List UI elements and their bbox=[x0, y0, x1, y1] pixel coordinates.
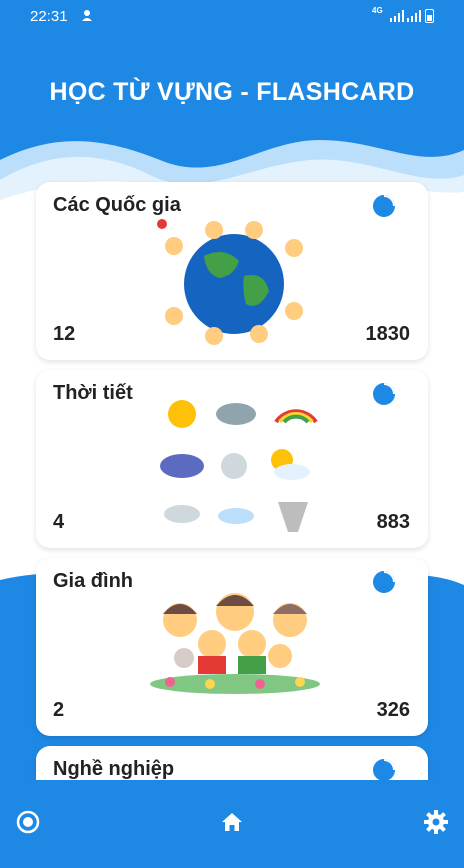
signal-icon bbox=[407, 10, 421, 22]
bottom-navigation bbox=[0, 780, 464, 868]
pie-chart-icon[interactable] bbox=[372, 382, 396, 406]
pie-chart-icon[interactable] bbox=[372, 194, 396, 218]
card-right-count: 326 bbox=[376, 699, 410, 721]
weather-icons-illustration bbox=[160, 400, 318, 532]
family-illustration bbox=[150, 593, 320, 694]
card-right-count: 883 bbox=[376, 511, 410, 533]
notification-icon bbox=[82, 10, 92, 21]
home-icon[interactable] bbox=[218, 808, 246, 836]
card-left-count: 12 bbox=[53, 323, 76, 345]
card-title: Gia đình bbox=[53, 570, 133, 592]
card-countries[interactable]: Các Quốc gia 12 1830 bbox=[36, 182, 428, 360]
card-weather[interactable]: Thời tiết 4 883 bbox=[36, 370, 428, 548]
card-title: Nghề nghiệp bbox=[53, 758, 175, 780]
card-title: Các Quốc gia bbox=[53, 194, 181, 216]
card-left-count: 4 bbox=[53, 511, 65, 533]
globe-children-illustration bbox=[157, 219, 303, 345]
status-bar: 22:31 4G bbox=[0, 0, 464, 32]
status-time: 22:31 bbox=[30, 8, 68, 25]
gear-icon[interactable] bbox=[422, 808, 450, 836]
pie-chart-icon[interactable] bbox=[372, 570, 396, 594]
signal-icon bbox=[390, 10, 404, 22]
battery-icon bbox=[425, 9, 434, 23]
card-title: Thời tiết bbox=[53, 382, 133, 404]
network-label: 4G bbox=[372, 6, 383, 15]
card-right-count: 1830 bbox=[365, 323, 411, 345]
card-family[interactable]: Gia đình 2 326 bbox=[36, 558, 428, 736]
pie-chart-icon[interactable] bbox=[372, 758, 396, 782]
card-left-count: 2 bbox=[53, 699, 65, 721]
radio-target-icon[interactable] bbox=[14, 808, 42, 836]
page-title: HỌC TỪ VỰNG - FLASHCARD bbox=[49, 78, 415, 106]
